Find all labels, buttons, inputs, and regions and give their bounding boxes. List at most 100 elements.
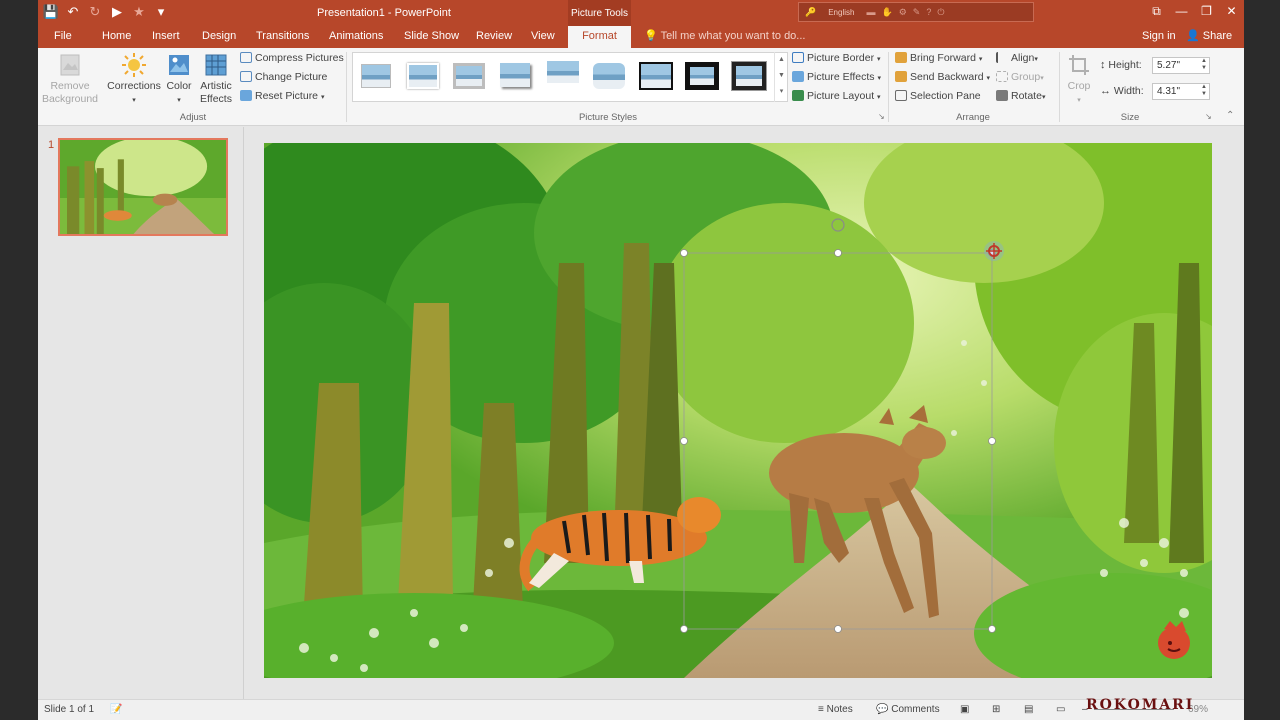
align-label: Align	[1011, 52, 1035, 64]
redo-icon[interactable]: ↻	[84, 3, 106, 21]
tab-transitions[interactable]: Transitions	[256, 26, 309, 48]
hand-icon[interactable]: ✋	[881, 7, 892, 18]
ribbon-display-options-icon[interactable]: ⧉	[1144, 0, 1169, 24]
picture-style-simple-frame[interactable]	[358, 61, 394, 91]
start-from-beginning-icon[interactable]: ▶	[106, 3, 128, 21]
remove-background-label-1: Remove	[50, 80, 90, 92]
slide-show-icon[interactable]: ▭	[1056, 704, 1065, 715]
chevron-down-icon: ▾	[877, 56, 881, 63]
customize-quick-access-icon[interactable]: ▾	[150, 3, 172, 21]
picture-effects-icon	[792, 71, 804, 82]
selection-pane-button[interactable]: Selection Pane	[895, 88, 981, 105]
power-icon[interactable]: ⏻	[937, 7, 944, 18]
chevron-down-icon: ▾	[877, 75, 881, 82]
favorite-icon[interactable]: ★	[128, 3, 150, 21]
rotate-button[interactable]: Rotate▾	[996, 88, 1045, 105]
rotate-label: Rotate	[1011, 90, 1042, 102]
width-value: 4.31"	[1157, 86, 1181, 97]
pen-icon[interactable]: ✎	[913, 7, 921, 18]
color-button[interactable]: Color ▾	[164, 52, 194, 107]
picture-style-drop-shadow[interactable]	[498, 61, 534, 91]
picture-layout-label: Picture Layout	[807, 90, 875, 102]
tab-review[interactable]: Review	[476, 26, 512, 48]
context-tab-group-label: Picture Tools	[568, 0, 631, 26]
chevron-down-icon: ▾	[978, 56, 983, 63]
tab-home[interactable]: Home	[102, 26, 131, 48]
align-button[interactable]: Align▾	[996, 50, 1038, 67]
picture-border-button[interactable]: Picture Border ▾	[792, 50, 881, 67]
share-button[interactable]: 👤 Share	[1186, 26, 1232, 47]
settings-icon[interactable]: ⚙	[899, 7, 907, 18]
reset-picture-button[interactable]: Reset Picture ▾	[240, 88, 324, 105]
group-button[interactable]: Group▾	[996, 69, 1044, 86]
tab-file[interactable]: File	[54, 26, 72, 48]
help-icon[interactable]: ?	[926, 7, 931, 17]
size-group-label: Size	[1120, 112, 1140, 123]
crop-button[interactable]: Crop ▾	[1064, 52, 1094, 107]
tab-view[interactable]: View	[531, 26, 555, 48]
send-backward-button[interactable]: Send Backward ▾	[895, 69, 990, 86]
keyboard-icon[interactable]: 🔑	[805, 7, 816, 18]
picture-style-beveled[interactable]	[451, 61, 487, 91]
remove-background-button[interactable]: Remove Background	[41, 52, 99, 106]
normal-view-icon[interactable]: ▣	[960, 704, 969, 715]
picture-style-thick-black[interactable]	[684, 61, 720, 91]
height-input[interactable]: 5.27" ▲ ▼	[1152, 57, 1210, 74]
picture-style-soft-edge[interactable]	[405, 61, 441, 91]
minimize-bar-icon[interactable]: ▬	[866, 7, 875, 17]
collapse-ribbon-icon[interactable]: ⌃	[1226, 110, 1234, 121]
compress-pictures-button[interactable]: Compress Pictures	[240, 50, 344, 67]
save-icon[interactable]: 💾	[40, 3, 62, 21]
undo-icon[interactable]: ↶	[62, 3, 84, 21]
restore-icon[interactable]: ❐	[1194, 0, 1219, 24]
spell-check-icon[interactable]: 📝	[110, 704, 122, 715]
compress-pictures-label: Compress Pictures	[255, 52, 344, 64]
width-spinner[interactable]: ▲ ▼	[1201, 84, 1207, 98]
gallery-scroll[interactable]: ▲ ▼ ▾	[774, 52, 788, 102]
width-input[interactable]: 4.31" ▲ ▼	[1152, 83, 1210, 100]
picture-layout-icon	[792, 90, 804, 101]
corrections-label: Corrections	[107, 80, 161, 92]
chevron-down-icon: ▾	[1077, 97, 1081, 104]
notes-button[interactable]: ≡ Notes	[818, 704, 853, 715]
chevron-down-icon: ▾	[986, 75, 990, 82]
change-picture-button[interactable]: Change Picture	[240, 69, 327, 86]
corrections-button[interactable]: Corrections ▾	[106, 52, 162, 107]
minimize-icon[interactable]: —	[1169, 0, 1194, 24]
picture-effects-button[interactable]: Picture Effects ▾	[792, 69, 881, 86]
reading-view-icon[interactable]: ▤	[1024, 704, 1033, 715]
notes-label: Notes	[826, 704, 853, 715]
group-separator	[346, 52, 347, 122]
sign-in-link[interactable]: Sign in	[1142, 26, 1176, 47]
bring-forward-button[interactable]: Bring Forward ▾	[895, 50, 982, 67]
tab-animations[interactable]: Animations	[329, 26, 383, 48]
size-dialog-launcher-icon[interactable]: ↘	[1205, 112, 1212, 121]
tab-format[interactable]: Format	[568, 26, 631, 48]
dialog-launcher-icon[interactable]: ↘	[878, 112, 885, 121]
chevron-down-icon: ▾	[1041, 94, 1046, 101]
picture-style-thin-black[interactable]	[638, 61, 674, 91]
artistic-effects-label-1: Artistic	[200, 80, 232, 92]
slide-thumbnail-image	[60, 136, 226, 235]
remove-background-icon	[60, 54, 80, 76]
slide-sorter-icon[interactable]: ⊞	[992, 704, 1000, 715]
height-icon: ↕	[1100, 59, 1106, 71]
comments-button[interactable]: 💬 Comments	[876, 704, 940, 715]
tab-insert[interactable]: Insert	[152, 26, 180, 48]
close-icon[interactable]: ✕	[1219, 0, 1244, 24]
language-indicator[interactable]: English	[828, 8, 854, 17]
ribbon-format: Remove Background Corrections ▾ Color ▾ Ar…	[38, 48, 1244, 126]
height-spinner[interactable]: ▲ ▼	[1201, 58, 1207, 72]
artistic-effects-button[interactable]: Artistic Effects	[196, 52, 236, 106]
picture-style-black-frame[interactable]	[731, 61, 767, 91]
picture-style-rounded[interactable]	[591, 61, 627, 91]
tell-me-search[interactable]: 💡 Tell me what you want to do...	[644, 26, 805, 48]
picture-style-reflected[interactable]	[545, 61, 581, 91]
slide-thumbnail[interactable]	[58, 136, 228, 236]
picture-layout-button[interactable]: Picture Layout ▾	[792, 88, 881, 105]
bring-forward-label: Bring Forward	[910, 52, 976, 64]
language-toolbar: 🔑 English ▬ ✋ ⚙ ✎ ? ⏻	[798, 2, 1034, 22]
slide-canvas[interactable]	[264, 143, 1212, 678]
tab-slide-show[interactable]: Slide Show	[404, 26, 459, 48]
tab-design[interactable]: Design	[202, 26, 236, 48]
